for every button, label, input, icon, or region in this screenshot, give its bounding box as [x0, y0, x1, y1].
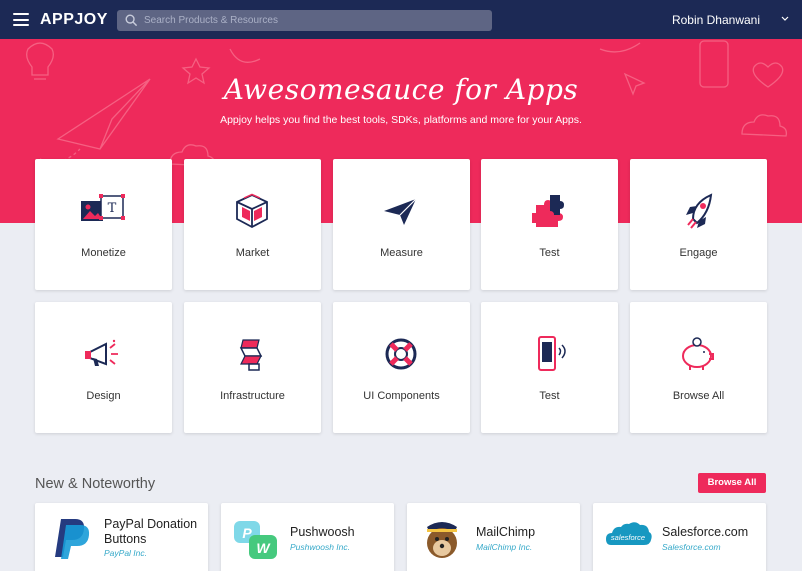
app-publisher: MailChimp Inc. — [476, 542, 533, 552]
app-publisher: Pushwoosh Inc. — [290, 542, 351, 552]
piggy-bank-icon — [682, 337, 714, 370]
pushwoosh-logo: P W — [234, 521, 277, 559]
paypal-logo — [55, 519, 90, 559]
category-card-measure[interactable]: Measure — [333, 159, 470, 290]
paper-plane-icon — [384, 198, 417, 225]
category-label: Infrastructure — [220, 390, 285, 402]
browse-all-button[interactable]: Browse All — [698, 473, 766, 493]
app-name: Pushwoosh — [290, 525, 355, 539]
category-card-monetize[interactable]: T Monetize — [35, 159, 172, 290]
category-card-design[interactable]: Design — [35, 302, 172, 433]
app-card-salesforce[interactable]: salesforce Salesforce.com Salesforce.com — [593, 503, 766, 571]
category-label: Measure — [380, 247, 423, 259]
category-card-market[interactable]: Market — [184, 159, 321, 290]
lifebuoy-icon — [385, 338, 417, 370]
server-stack-icon — [239, 339, 263, 371]
app-publisher: Salesforce.com — [662, 542, 721, 552]
category-card-engage[interactable]: Engage — [630, 159, 767, 290]
category-label: Browse All — [672, 390, 725, 402]
category-card-browse-all[interactable]: Browse All — [630, 302, 767, 433]
search-box[interactable] — [117, 10, 492, 31]
app-name: Salesforce.com — [662, 525, 749, 539]
puzzle-icon — [532, 195, 564, 227]
category-label: Test — [539, 247, 560, 259]
megaphone-icon — [85, 339, 118, 366]
cube-icon — [236, 193, 268, 229]
category-card-test[interactable]: Test — [481, 159, 618, 290]
svg-text:T: T — [108, 201, 117, 216]
category-card-test-2[interactable]: Test — [481, 302, 618, 433]
category-label: Monetize — [81, 247, 126, 259]
category-label: Test — [539, 390, 560, 402]
search-input[interactable] — [144, 10, 484, 31]
user-name[interactable]: Robin Dhanwani — [672, 13, 760, 27]
category-label: Engage — [679, 247, 718, 259]
mailchimp-logo — [427, 522, 457, 558]
category-label: Market — [235, 247, 270, 259]
category-label: UI Components — [363, 390, 440, 402]
app-name: PayPal Donation Buttons — [104, 517, 198, 546]
rocket-icon — [686, 193, 713, 229]
salesforce-logo: salesforce — [606, 522, 652, 545]
top-navbar: APPJOY Robin Dhanwani — [0, 0, 802, 39]
chevron-down-icon[interactable] — [780, 13, 790, 23]
category-label: Design — [86, 390, 121, 402]
svg-text:W: W — [256, 540, 271, 556]
category-card-ui-components[interactable]: UI Components — [333, 302, 470, 433]
category-card-infrastructure[interactable]: Infrastructure — [184, 302, 321, 433]
search-icon — [125, 14, 138, 27]
app-card-pushwoosh[interactable]: P W Pushwoosh Pushwoosh Inc. — [221, 503, 394, 571]
app-publisher: PayPal Inc. — [104, 548, 147, 558]
hero-subtitle: Appjoy helps you find the best tools, SD… — [220, 114, 582, 126]
salesforce-logo-text: salesforce — [611, 533, 645, 542]
mobile-phone-icon — [538, 336, 566, 371]
app-card-paypal[interactable]: PayPal Donation Buttons PayPal Inc. — [35, 503, 208, 571]
app-name: MailChimp — [476, 525, 536, 539]
hero-title: Awesomesauce for Apps — [223, 73, 579, 106]
appjoy-logo[interactable]: APPJOY — [40, 11, 108, 29]
image-text-icon: T — [81, 194, 125, 221]
app-card-mailchimp[interactable]: MailChimp MailChimp Inc. — [407, 503, 580, 571]
section-title-noteworthy: New & Noteworthy — [35, 476, 156, 492]
hamburger-icon[interactable] — [13, 13, 29, 26]
